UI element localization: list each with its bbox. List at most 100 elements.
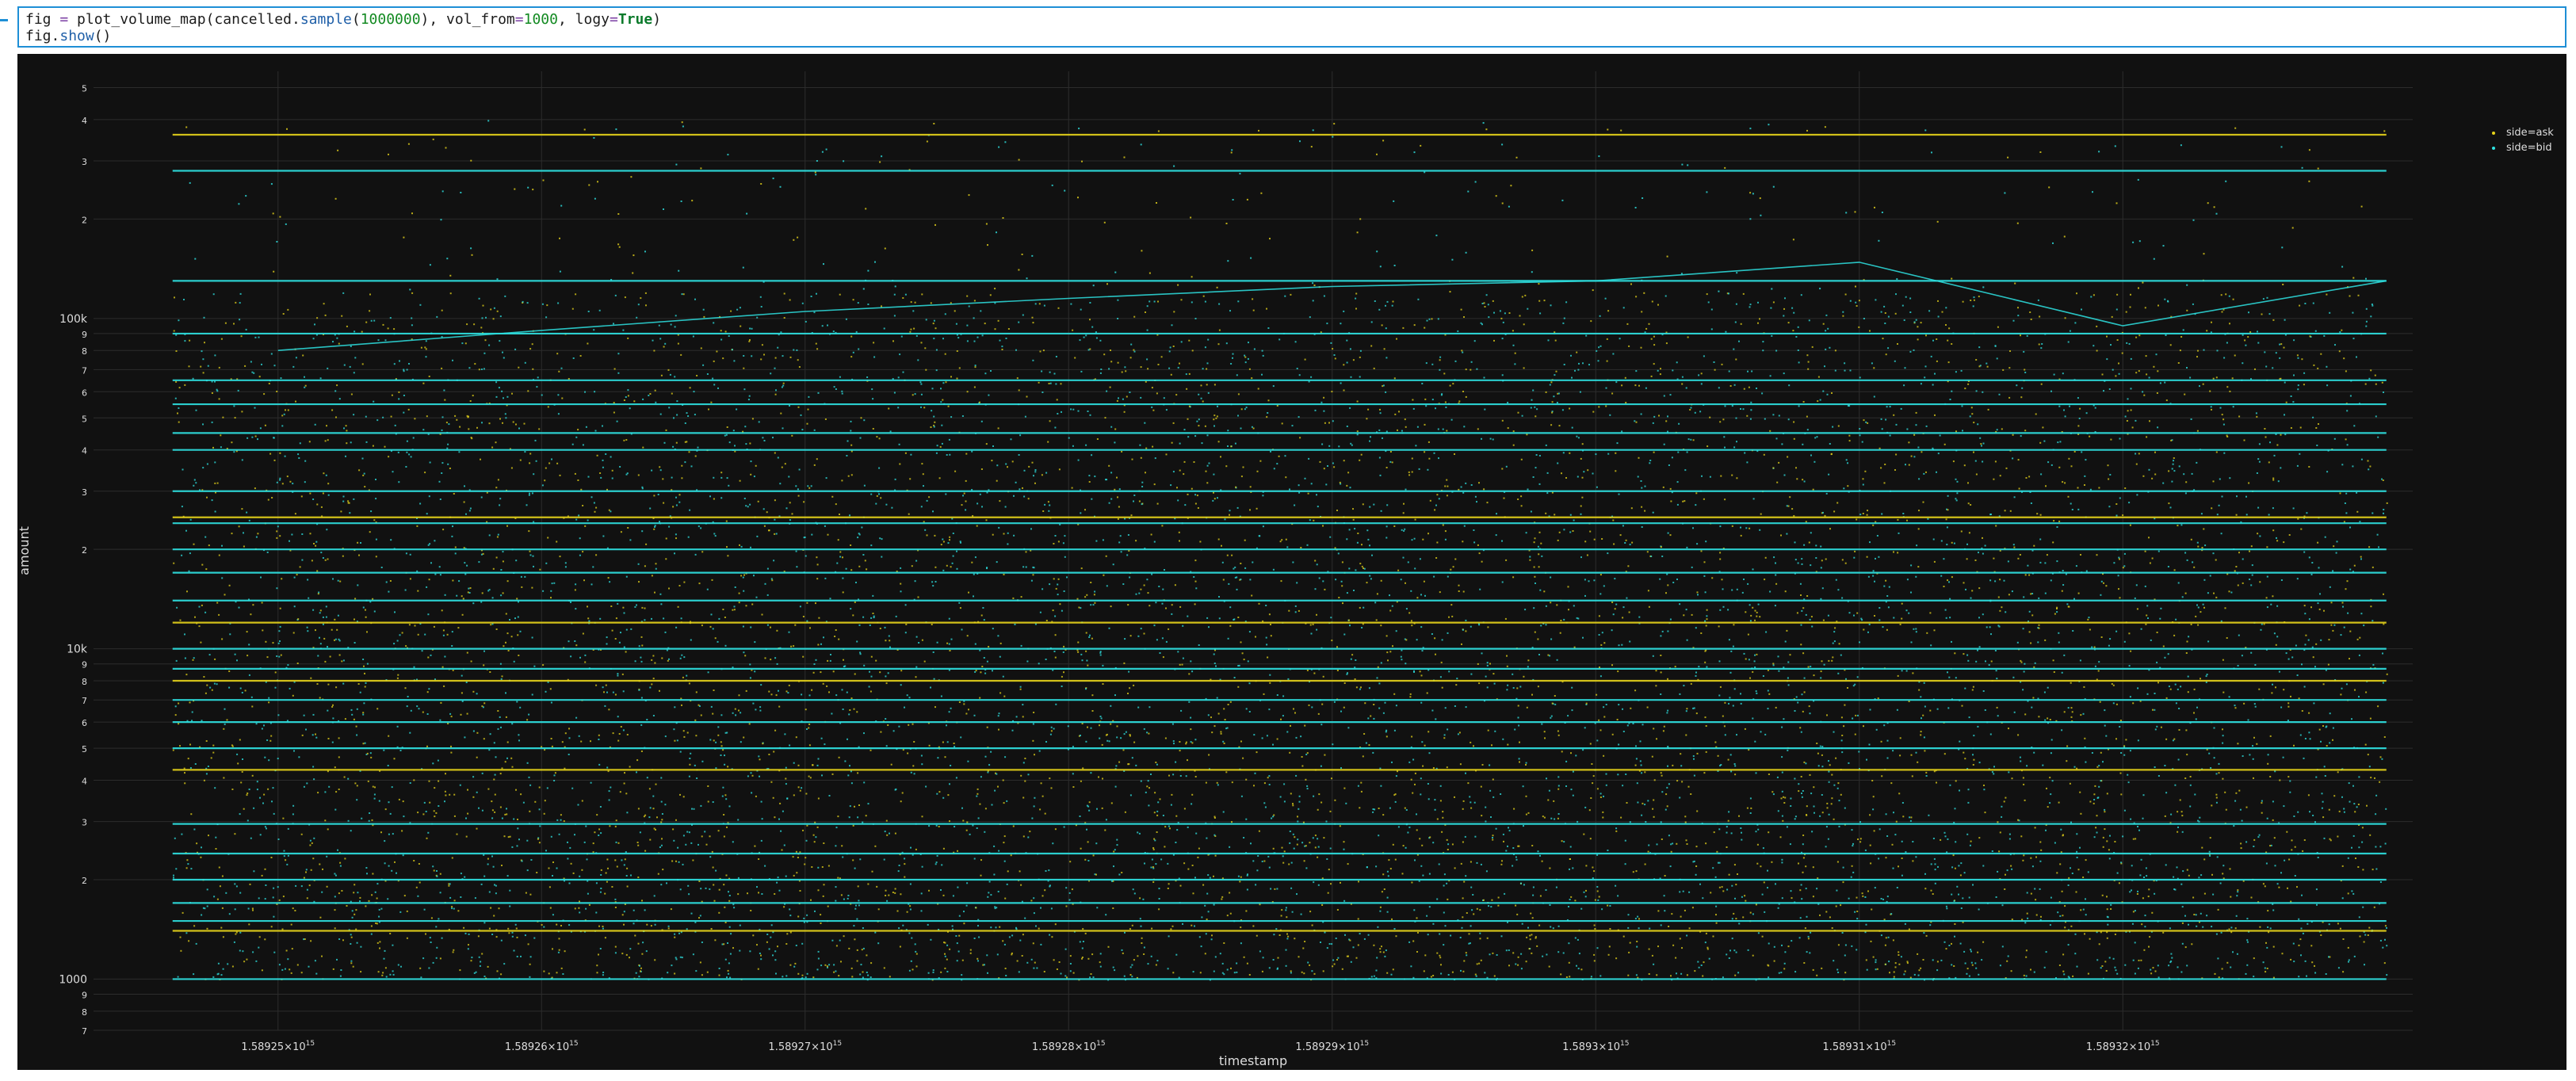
data-point [1878, 556, 1880, 558]
data-point [1363, 733, 1366, 735]
data-point [606, 636, 608, 639]
data-point [349, 365, 351, 368]
data-point [2138, 959, 2140, 961]
data-point [1001, 346, 1003, 348]
data-point [975, 907, 977, 909]
data-point [2192, 303, 2194, 305]
data-point [1563, 618, 1565, 621]
data-point [327, 558, 329, 560]
code-cell[interactable]: fig = plot_volume_map(cancelled.sample(1… [17, 6, 2566, 48]
data-point [1539, 312, 1542, 315]
data-point [1262, 525, 1264, 528]
data-point [766, 511, 768, 514]
data-point [1393, 794, 1396, 796]
data-point [2212, 893, 2215, 896]
data-point [1492, 796, 1495, 798]
data-point [1565, 301, 1568, 304]
data-point [1121, 949, 1123, 951]
data-point [2098, 765, 2100, 767]
data-point [1893, 976, 1895, 978]
volume-map-chart[interactable]: 78910002345678910k23456789100k23451.5892… [17, 54, 2566, 1070]
data-point [1355, 659, 1357, 661]
data-point [2154, 766, 2156, 768]
data-point [2264, 351, 2266, 353]
data-point [1876, 968, 1878, 970]
data-point [1316, 628, 1318, 631]
data-point [516, 701, 518, 703]
data-point [898, 927, 900, 930]
data-point [391, 869, 393, 872]
data-point [1866, 514, 1868, 516]
data-point [1248, 682, 1251, 685]
data-point [1973, 299, 1975, 301]
data-point [417, 633, 419, 636]
data-point [295, 884, 297, 887]
data-point [2005, 796, 2007, 799]
data-point [1873, 830, 1875, 832]
data-point [724, 644, 727, 647]
data-point [325, 616, 327, 618]
data-point [2215, 801, 2218, 804]
data-point [2276, 605, 2279, 607]
data-point [337, 849, 338, 851]
data-point [1362, 503, 1364, 506]
data-point [1903, 319, 1905, 321]
data-point [893, 392, 896, 394]
data-point [720, 714, 723, 716]
data-point [1411, 539, 1413, 541]
data-point [1647, 850, 1649, 853]
data-point [1752, 568, 1754, 571]
data-point [1826, 393, 1829, 395]
data-point [894, 832, 896, 835]
data-point [453, 907, 455, 910]
data-point [839, 551, 842, 553]
data-point [2249, 550, 2250, 552]
data-point [2243, 439, 2245, 441]
data-point [1244, 539, 1246, 541]
data-point [1809, 712, 1811, 715]
data-point [614, 945, 617, 948]
data-point [2128, 665, 2131, 667]
data-point [2195, 615, 2197, 617]
data-point [1628, 345, 1630, 347]
data-point [1104, 417, 1106, 419]
data-point [1858, 300, 1860, 302]
data-point [298, 457, 300, 459]
data-point [1703, 498, 1705, 500]
data-point [1626, 724, 1629, 727]
data-point [2154, 892, 2156, 895]
data-point [300, 833, 303, 835]
data-point [1981, 445, 1982, 447]
data-point [1054, 656, 1057, 659]
data-point [1704, 620, 1707, 622]
data-point [2228, 590, 2230, 593]
data-point [2352, 465, 2354, 468]
data-point [2075, 565, 2077, 567]
data-point [1029, 831, 1031, 833]
data-point [314, 323, 315, 326]
data-point [513, 818, 515, 820]
data-point [862, 554, 865, 556]
data-point [740, 325, 742, 327]
data-point [1462, 628, 1464, 631]
data-point [1092, 854, 1095, 857]
data-point [303, 877, 305, 879]
data-point [538, 428, 541, 430]
data-point [2106, 358, 2108, 361]
data-point [203, 316, 205, 319]
data-point [505, 613, 507, 615]
data-point [1401, 529, 1403, 531]
data-point [579, 875, 581, 877]
data-point [1679, 603, 1681, 605]
data-point [2196, 356, 2198, 358]
data-point [940, 695, 942, 697]
data-point [1630, 507, 1633, 510]
data-point [2255, 412, 2257, 414]
data-point [1040, 943, 1042, 945]
data-point [1943, 831, 1946, 834]
data-point [326, 885, 328, 888]
data-point [1090, 582, 1092, 583]
data-point [806, 620, 808, 622]
data-point [2315, 776, 2318, 778]
data-point [206, 927, 208, 930]
